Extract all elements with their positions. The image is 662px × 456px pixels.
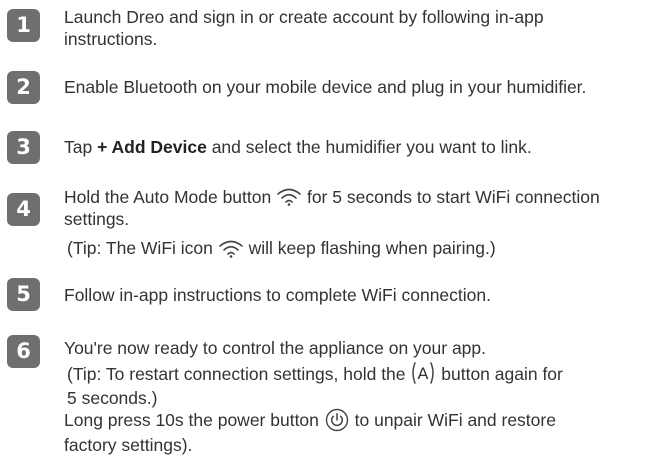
step-4-line: Hold the Auto Mode button for 5 seconds … (64, 186, 656, 208)
step-6-long-press: Long press 10s the power button to unpai… (64, 408, 656, 433)
auto-mode-letter: A (418, 364, 429, 383)
step-4-tip-before: (Tip: The WiFi icon (67, 238, 218, 259)
step-6-long-cont: factory settings). (64, 434, 193, 455)
step-number-badge: 2 (7, 71, 40, 104)
step-6-tip: (Tip: To restart connection settings, ho… (64, 361, 656, 387)
auto-mode-icon: A (410, 361, 436, 385)
step-number-badge: 5 (7, 278, 40, 311)
step-6-line: You're now ready to control the applianc… (64, 338, 487, 358)
step-text: Tap + Add Device and select the humidifi… (64, 136, 656, 158)
step-6-long-after: to unpair WiFi and restore (349, 410, 556, 431)
step-4-text-after: for 5 seconds to start WiFi connection (302, 187, 600, 207)
step-1-line: Launch Dreo and sign in or create accoun… (64, 7, 544, 27)
step-number-badge: 3 (7, 131, 40, 164)
wifi-icon (218, 238, 244, 258)
step-3-line: Tap + Add Device and select the humidifi… (64, 136, 656, 158)
step-text: Launch Dreo and sign in or create accoun… (64, 6, 656, 50)
power-icon (324, 408, 350, 432)
step-3-text-before: Tap (64, 137, 98, 157)
step-6-long-before: Long press 10s the power button (64, 410, 324, 431)
step-6-tip-after: button again for (436, 364, 563, 384)
step-1-line-cont: instructions. (64, 29, 158, 49)
wifi-icon (276, 186, 302, 207)
step-2-line: Enable Bluetooth on your mobile device a… (64, 77, 587, 97)
step-4-tip-after: will keep flashing when pairing.) (243, 238, 496, 259)
step-number-badge: 1 (7, 9, 40, 42)
step-number-badge: 6 (7, 335, 40, 368)
step-4-tip: (Tip: The WiFi icon will keep flashing w… (64, 237, 656, 259)
add-device-label: + Add Device (97, 137, 207, 157)
step-text: Follow in-app instructions to complete W… (64, 284, 656, 306)
step-text: Enable Bluetooth on your mobile device a… (64, 76, 656, 98)
step-text: Hold the Auto Mode button for 5 seconds … (64, 186, 656, 260)
step-3-text-after: and select the humidifier you want to li… (206, 137, 532, 157)
step-number-badge: 4 (7, 193, 40, 226)
step-6-tip-before: (Tip: To restart connection settings, ho… (67, 364, 411, 384)
step-text: You're now ready to control the applianc… (64, 337, 656, 456)
step-4-line-cont: settings. (64, 209, 130, 230)
step-4-text-before: Hold the Auto Mode button (64, 187, 277, 207)
step-6-tip-cont: 5 seconds.) (67, 388, 158, 409)
step-5-line: Follow in-app instructions to complete W… (64, 285, 491, 305)
